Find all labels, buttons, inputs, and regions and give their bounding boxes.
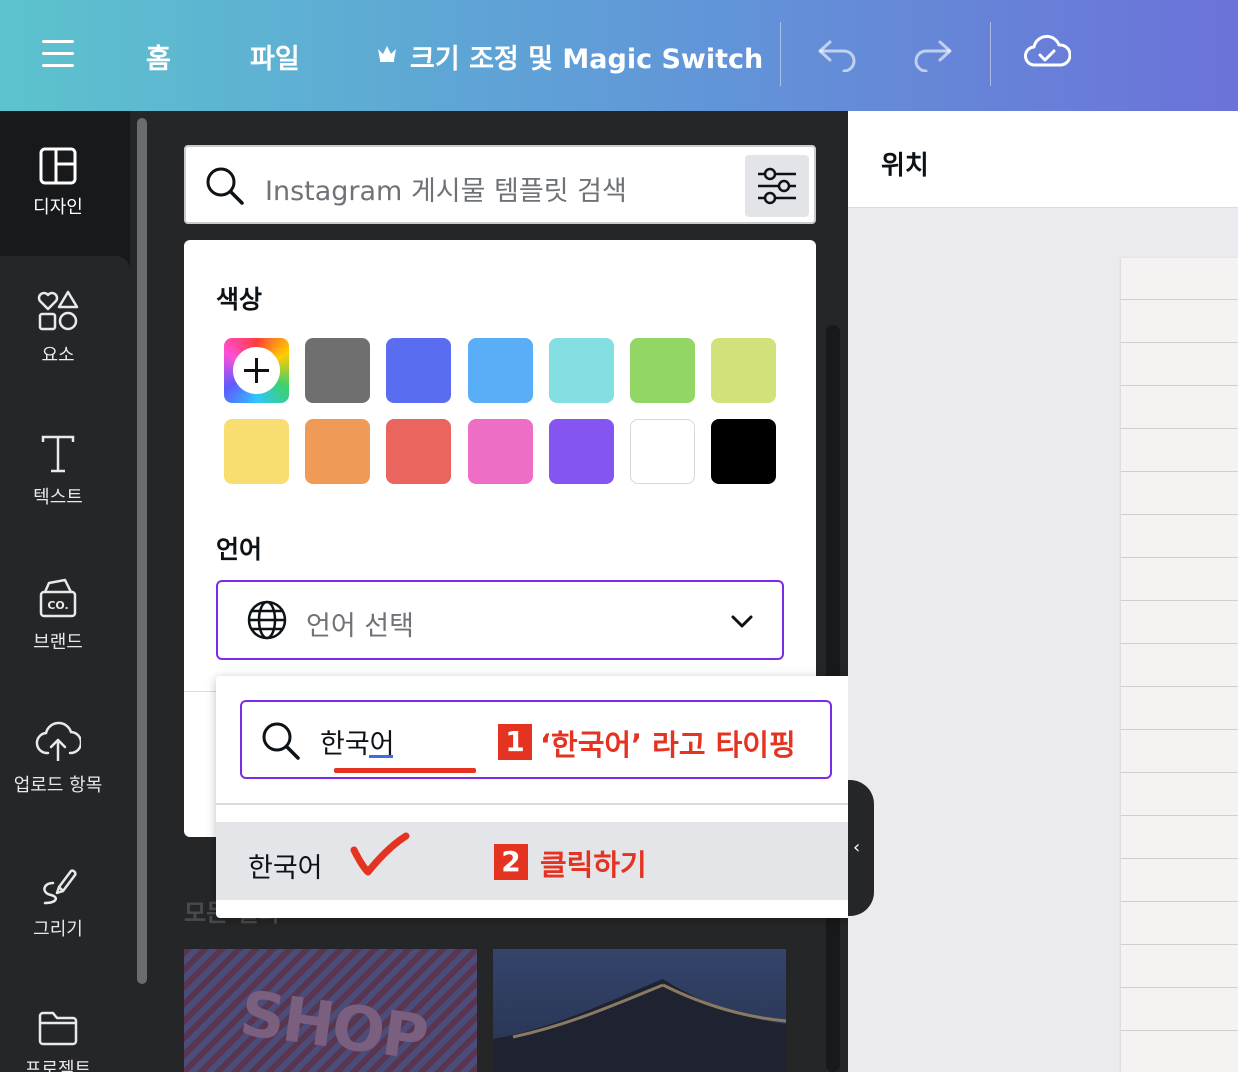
template-search-bar[interactable]: Instagram 게시물 템플릿 검색	[184, 145, 816, 224]
rail-item-text[interactable]: 텍스트	[0, 433, 116, 509]
undo-icon[interactable]	[816, 36, 860, 72]
annotation-step-2-text: 클릭하기	[540, 848, 647, 882]
filter-button[interactable]	[745, 155, 809, 217]
color-swatch[interactable]	[630, 419, 695, 484]
position-title: 위치	[881, 151, 929, 181]
rail-label: 그리기	[33, 919, 83, 940]
language-search-field[interactable]: 한국어 1 ‘한국어’ 라고 타이핑	[240, 700, 832, 779]
thumbnail-text: SHOP	[235, 976, 431, 1072]
rail-label: 프로젝트	[24, 1059, 92, 1072]
chevron-down-icon	[731, 615, 753, 628]
folder-icon	[38, 1011, 78, 1046]
layout-icon	[39, 147, 77, 185]
language-section-title: 언어	[216, 535, 263, 564]
editor-canvas-area: 위치	[848, 111, 1238, 1072]
template-thumbnail[interactable]	[493, 949, 786, 1072]
color-section-title: 색상	[216, 285, 263, 314]
color-swatch[interactable]	[224, 419, 289, 484]
language-select[interactable]: 언어 선택	[216, 580, 784, 660]
custom-color-swatch[interactable]	[224, 338, 289, 403]
brand-icon: CO.	[39, 578, 77, 618]
color-swatch[interactable]	[468, 419, 533, 484]
color-swatch[interactable]	[305, 419, 370, 484]
color-swatch[interactable]	[711, 338, 776, 403]
chevron-left-icon: ‹	[853, 837, 861, 858]
design-page[interactable]	[1121, 258, 1238, 1072]
svg-text:CO.: CO.	[47, 599, 68, 612]
color-swatch[interactable]	[711, 419, 776, 484]
red-check-annotation-icon	[350, 832, 410, 876]
annotation-step-1-text: ‘한국어’ 라고 타이핑	[540, 728, 796, 762]
rail-item-design[interactable]: 디자인	[0, 147, 116, 219]
search-input[interactable]: Instagram 게시물 템플릿 검색	[265, 169, 627, 208]
shapes-icon	[37, 290, 79, 331]
sliders-icon	[758, 167, 796, 205]
rail-item-brand[interactable]: CO. 브랜드	[0, 576, 116, 654]
ime-composition-underline	[369, 755, 393, 758]
rail-item-projects[interactable]: 프로젝트	[0, 1009, 116, 1072]
globe-icon	[247, 600, 287, 640]
annotation-step-2-badge: 2	[494, 844, 528, 880]
color-swatch[interactable]	[386, 419, 451, 484]
annotation-underline	[334, 768, 476, 773]
color-swatch[interactable]	[468, 338, 533, 403]
rail-item-uploads[interactable]: 업로드 항목	[0, 719, 116, 797]
cloud-check-icon[interactable]	[1023, 33, 1071, 73]
template-thumbnail[interactable]: SHOP	[184, 949, 477, 1072]
search-icon	[206, 167, 244, 205]
top-toolbar: 홈 파일 크기 조정 및 Magic Switch	[0, 0, 1238, 111]
draw-icon	[43, 869, 77, 905]
panel-collapse-handle[interactable]: ‹	[848, 780, 874, 916]
language-select-placeholder: 언어 선택	[306, 611, 414, 642]
dropdown-divider	[216, 803, 856, 805]
rail-label: 브랜드	[33, 632, 83, 653]
home-button[interactable]: 홈	[146, 37, 171, 76]
rail-label: 업로드 항목	[13, 775, 103, 796]
language-option-label: 한국어	[248, 853, 323, 884]
roof-image	[493, 979, 786, 1072]
redo-icon[interactable]	[910, 36, 954, 72]
color-swatch[interactable]	[549, 419, 614, 484]
language-option-korean[interactable]: 한국어 2 클릭하기	[216, 822, 856, 900]
color-swatch[interactable]	[549, 338, 614, 403]
upload-icon	[35, 721, 81, 761]
annotation-step-1-badge: 1	[498, 724, 532, 760]
color-swatch[interactable]	[305, 338, 370, 403]
left-rail: 디자인 요소 텍스트 CO. 브랜드 업로드 항목 그리기 프로젝트	[0, 111, 130, 1072]
crown-icon	[378, 46, 396, 62]
language-dropdown: 한국어 1 ‘한국어’ 라고 타이핑 한국어 2 클릭하기	[216, 676, 856, 918]
color-swatch[interactable]	[630, 338, 695, 403]
rail-scrollbar[interactable]	[137, 118, 147, 984]
menu-icon[interactable]	[42, 38, 74, 68]
plus-icon	[233, 347, 280, 394]
toolbar-divider	[990, 22, 991, 86]
rail-background	[0, 256, 130, 1072]
color-swatch[interactable]	[386, 338, 451, 403]
rail-item-draw[interactable]: 그리기	[0, 863, 116, 941]
toolbar-divider	[780, 22, 781, 86]
search-icon	[262, 722, 300, 760]
rail-label: 텍스트	[33, 487, 83, 508]
rail-label: 요소	[41, 345, 75, 366]
file-menu-button[interactable]: 파일	[250, 37, 300, 76]
rail-label: 디자인	[33, 197, 83, 218]
rail-item-elements[interactable]: 요소	[0, 289, 116, 367]
resize-label: 크기 조정 및 Magic Switch	[410, 44, 764, 75]
text-icon	[41, 435, 75, 473]
position-panel-header: 위치	[848, 111, 1238, 208]
